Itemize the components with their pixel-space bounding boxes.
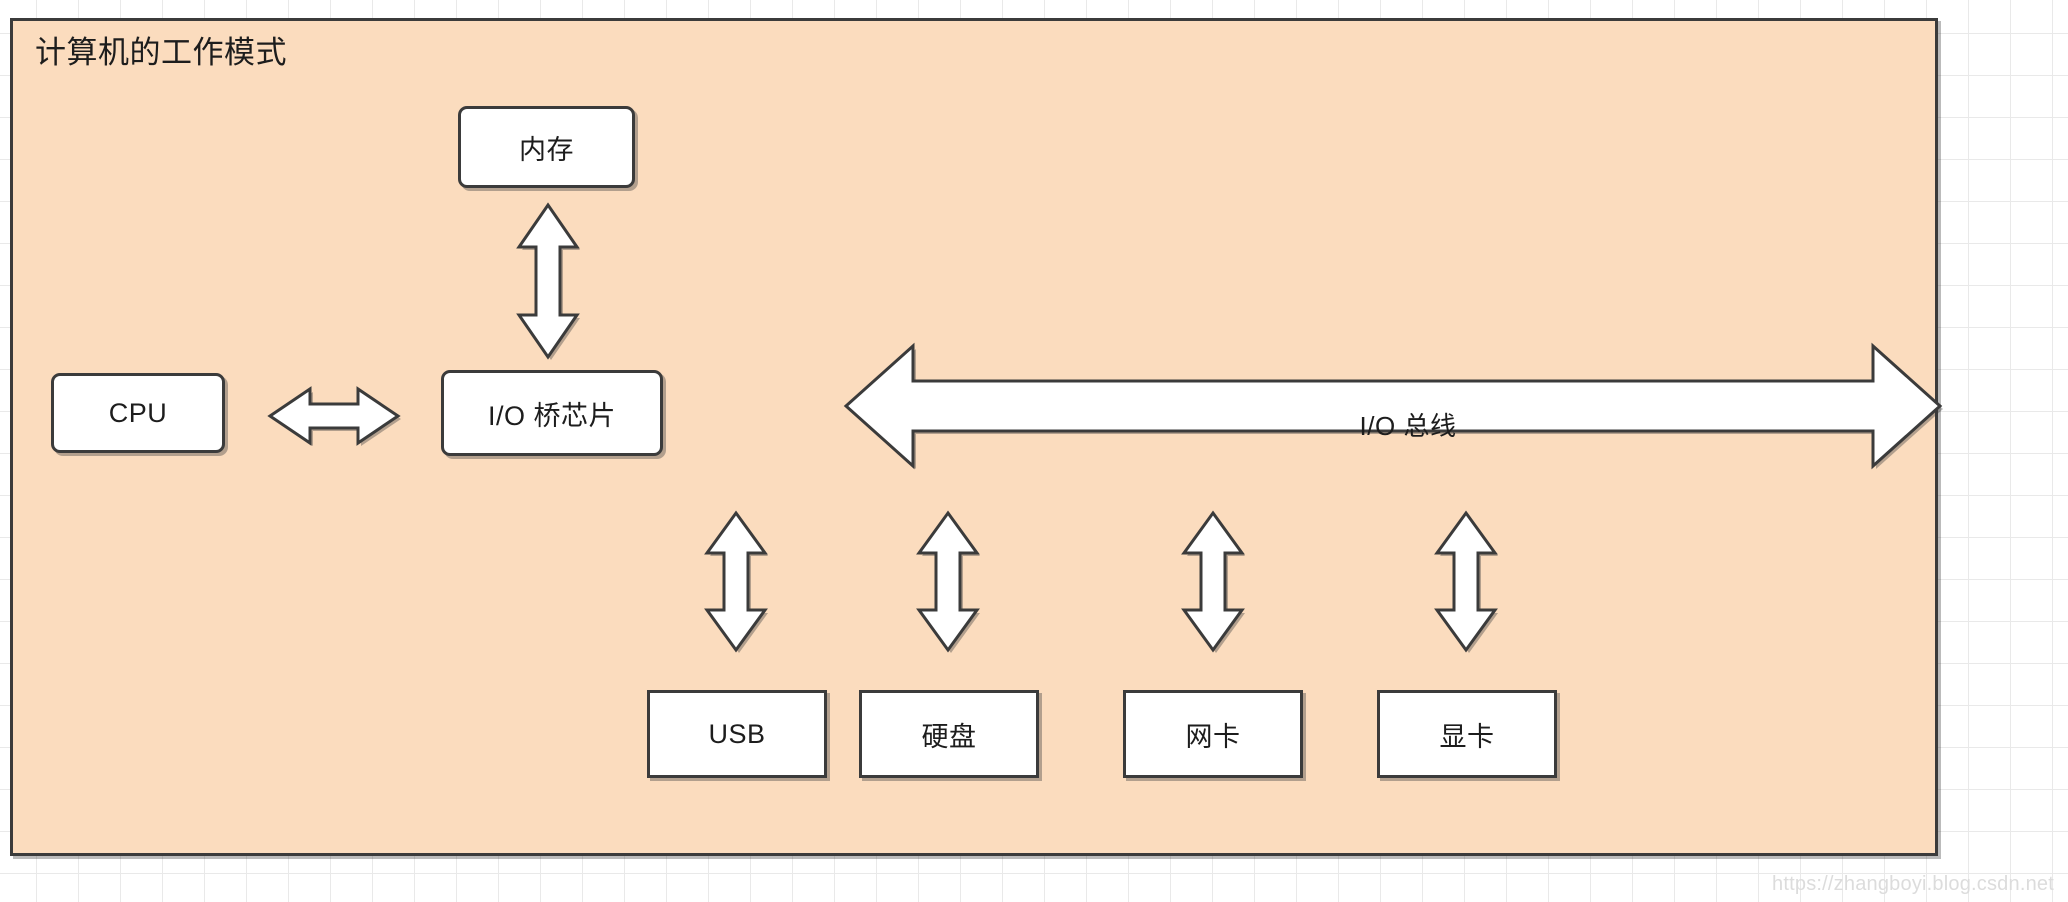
double-arrow-vertical-icon xyxy=(916,510,980,653)
diagram-canvas: 计算机的工作模式 内存 CPU I/O 桥芯片 I/O 总线 USB 硬盘 网卡… xyxy=(0,0,2068,902)
node-cpu-label: CPU xyxy=(108,397,168,428)
diagram-panel: 计算机的工作模式 内存 CPU I/O 桥芯片 I/O 总线 USB 硬盘 网卡… xyxy=(10,18,1943,856)
node-usb[interactable]: USB xyxy=(647,690,827,778)
double-arrow-vertical-icon xyxy=(1181,510,1245,653)
node-hard-disk[interactable]: 硬盘 xyxy=(859,690,1039,778)
node-network-card[interactable]: 网卡 xyxy=(1123,690,1303,778)
connector-bus-to-graphics-card xyxy=(1431,509,1501,654)
node-hard-disk-label: 硬盘 xyxy=(921,721,977,752)
connector-cpu-to-bridge xyxy=(266,385,406,447)
node-io-bridge-label: I/O 桥芯片 xyxy=(487,400,616,431)
node-graphics-card-label: 显卡 xyxy=(1439,721,1495,752)
double-arrow-horizontal-icon xyxy=(267,386,401,446)
double-arrow-vertical-icon xyxy=(704,510,768,653)
node-memory[interactable]: 内存 xyxy=(458,106,635,188)
watermark: https://zhangboyi.blog.csdn.net xyxy=(1772,873,2054,895)
node-cpu[interactable]: CPU xyxy=(51,373,225,453)
node-io-bridge[interactable]: I/O 桥芯片 xyxy=(441,370,663,456)
double-arrow-vertical-icon xyxy=(1434,510,1498,653)
node-memory-label: 内存 xyxy=(519,134,574,165)
double-arrow-horizontal-bus-icon xyxy=(843,342,1943,470)
connector-bus-to-usb xyxy=(701,509,771,654)
connector-bus-to-hard-disk xyxy=(913,509,983,654)
node-usb-label: USB xyxy=(708,718,766,749)
page-title: 计算机的工作模式 xyxy=(35,35,287,70)
node-graphics-card[interactable]: 显卡 xyxy=(1377,690,1557,778)
bus-arrow[interactable] xyxy=(841,341,1951,471)
connector-memory-to-bridge xyxy=(513,201,583,361)
node-network-card-label: 网卡 xyxy=(1185,721,1241,752)
connector-bus-to-network-card xyxy=(1178,509,1248,654)
